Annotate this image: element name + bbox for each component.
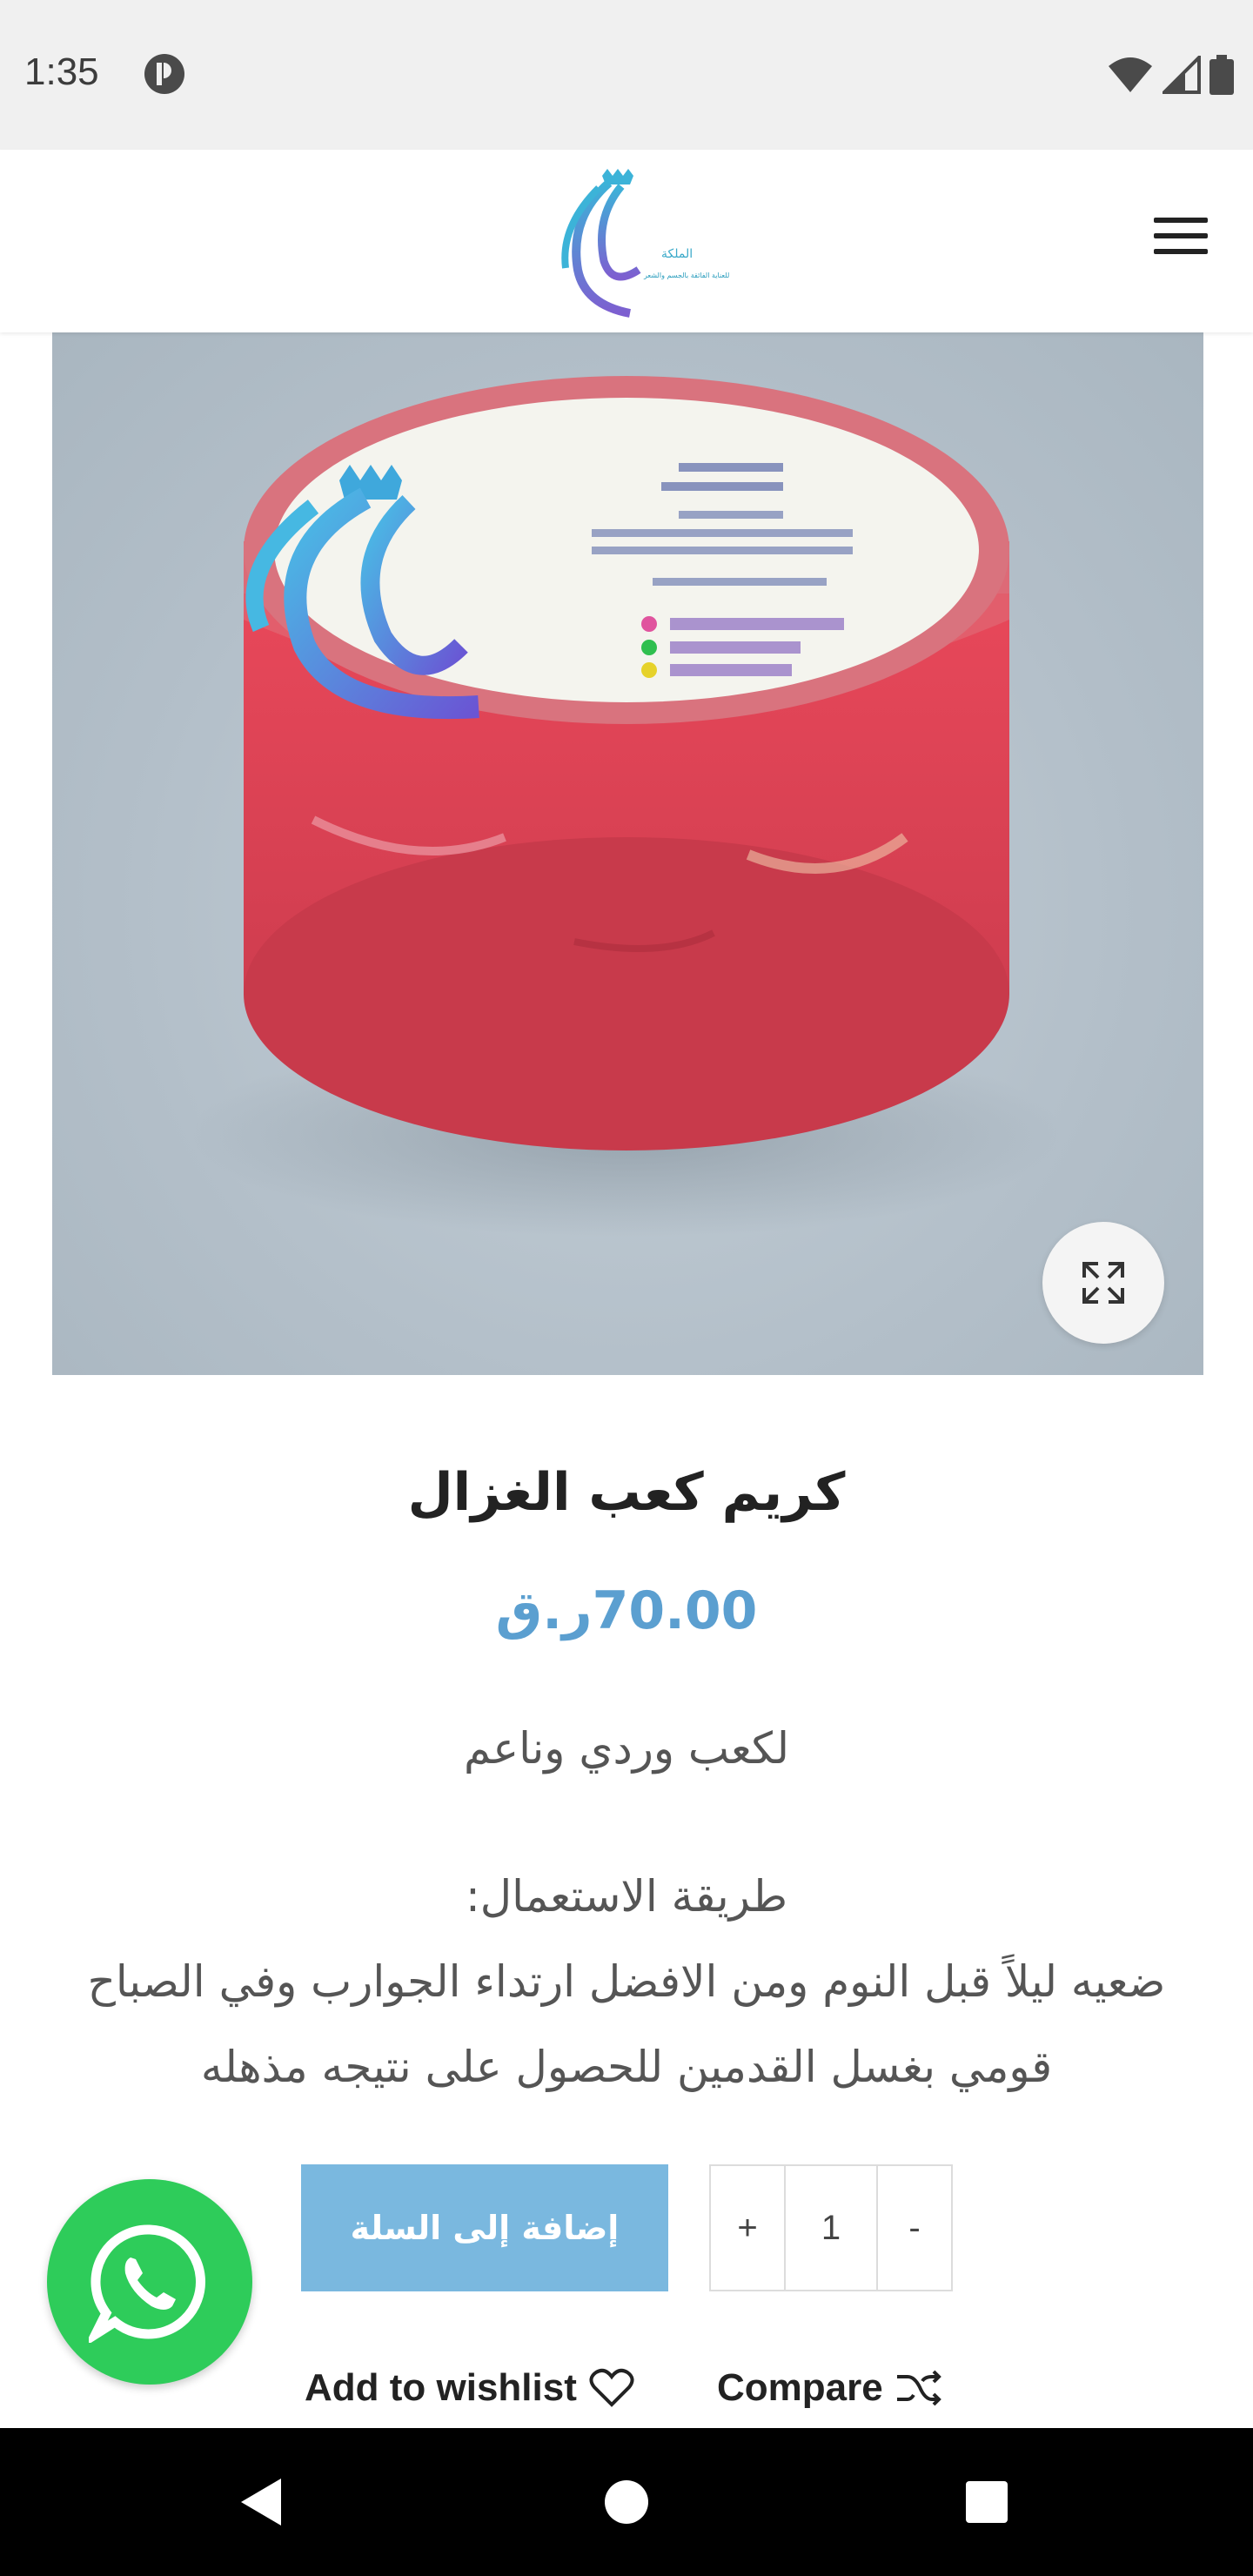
system-navigation-bar	[0, 2428, 1253, 2576]
wishlist-label: Add to wishlist	[305, 2366, 577, 2409]
logo-tagline: للعناية الفائقة بالجسم والشعر	[644, 272, 730, 279]
recents-square-icon	[966, 2481, 1008, 2523]
product-image[interactable]	[52, 332, 1203, 1375]
status-bar: 1:35	[0, 0, 1253, 150]
product-tagline: لكعب وردي وناعم	[464, 1723, 789, 1774]
heart-icon	[589, 2368, 634, 2407]
quantity-plus-button[interactable]: +	[711, 2166, 784, 2290]
quantity-stepper: + 1 -	[709, 2164, 953, 2291]
quantity-minus-button[interactable]: -	[878, 2166, 951, 2290]
logo-name: الملكة	[661, 247, 694, 261]
product-title: كريم كعب الغزال	[407, 1462, 846, 1523]
add-to-cart-button[interactable]: إضافة إلى السلة	[301, 2164, 668, 2291]
wifi-icon	[1109, 57, 1152, 92]
whatsapp-chat-button[interactable]	[47, 2179, 252, 2385]
compare-label: Compare	[717, 2366, 883, 2409]
site-logo[interactable]	[534, 165, 719, 320]
back-triangle-icon	[241, 2479, 281, 2526]
app-notification-icon	[144, 54, 184, 94]
recents-button[interactable]	[917, 2428, 1056, 2576]
home-circle-icon	[605, 2480, 648, 2524]
compare-link[interactable]: Compare	[717, 2360, 942, 2416]
status-time: 1:35	[24, 50, 99, 93]
whatsapp-icon	[89, 2224, 205, 2343]
back-button[interactable]	[191, 2428, 331, 2576]
home-button[interactable]	[557, 2428, 696, 2576]
quantity-input[interactable]: 1	[784, 2166, 878, 2290]
product-jar-photo	[191, 376, 1062, 1238]
usage-line-2: قومي بغسل القدمين للحصول على نتيجه مذهله	[200, 2042, 1053, 2092]
shuffle-icon	[896, 2370, 941, 2406]
expand-icon[interactable]	[1042, 1222, 1164, 1344]
site-header: الملكة للعناية الفائقة بالجسم والشعر	[0, 150, 1253, 332]
product-price: 70.00ر.ق	[495, 1580, 758, 1641]
usage-line-1: ضعيه ليلاً قبل النوم ومن الافضل ارتداء ا…	[87, 1956, 1166, 2007]
hamburger-menu-icon[interactable]	[1154, 218, 1208, 263]
status-icons	[1107, 54, 1234, 96]
cell-signal-icon	[1163, 56, 1201, 94]
product-description: لكعب وردي وناعم طريقة الاستعمال: ضعيه لي…	[35, 1706, 1218, 2110]
battery-icon	[1209, 55, 1234, 95]
logo-graphic	[561, 169, 641, 318]
add-to-wishlist-link[interactable]: Add to wishlist	[305, 2360, 634, 2416]
usage-title: طريقة الاستعمال:	[465, 1871, 788, 1922]
